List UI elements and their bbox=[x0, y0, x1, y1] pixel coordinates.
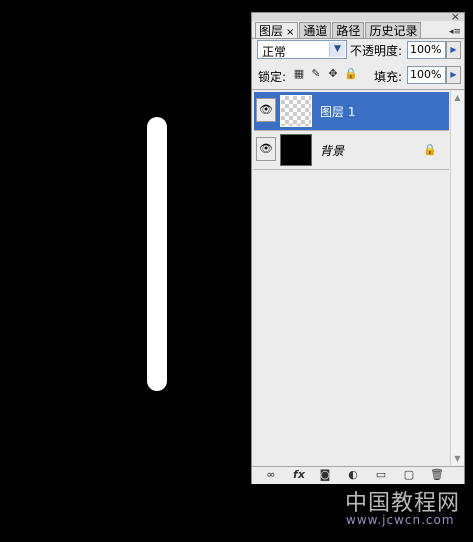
toolbar-divider bbox=[252, 89, 464, 90]
tab-divider bbox=[252, 38, 464, 39]
tab-layers-label: 图层 bbox=[259, 24, 284, 38]
lock-image-pixels-icon[interactable]: ✎ bbox=[310, 68, 322, 80]
tab-paths[interactable]: 路径 bbox=[332, 22, 365, 39]
layer-name: 背景 bbox=[320, 144, 345, 158]
eye-icon[interactable]: 👁 bbox=[256, 137, 276, 161]
lock-fill-row: 锁定: ▦ ✎ ✥ 🔒 填充: 100% ▶ bbox=[252, 64, 464, 86]
scroll-down-icon[interactable]: ▼ bbox=[451, 452, 464, 465]
scroll-up-icon[interactable]: ▲ bbox=[451, 91, 464, 104]
opacity-slider-arrow-icon[interactable]: ▶ bbox=[446, 41, 461, 59]
layers-bottom-toolbar: ∞ fx ◙ ◐ ▭ ▢ 🗑 bbox=[252, 466, 464, 484]
chevron-down-icon[interactable]: ▼ bbox=[329, 42, 345, 57]
layer-name: 图层 1 bbox=[320, 105, 356, 119]
adjustment-icon[interactable]: ◐ bbox=[346, 468, 360, 482]
layer-thumbnail bbox=[280, 134, 312, 166]
panel-tabs: 图层 × 通道 路径 历史记录 bbox=[255, 22, 422, 39]
layer-row-background[interactable]: 👁 背景 🔒 bbox=[254, 131, 449, 169]
lock-label: 锁定: bbox=[258, 70, 287, 84]
lock-position-icon[interactable]: ✥ bbox=[327, 68, 339, 80]
opacity-input[interactable]: 100% bbox=[407, 41, 446, 59]
row-divider bbox=[254, 169, 449, 170]
layers-panel: × 图层 × 通道 路径 历史记录 ◂≡ 正常 ▼ 不透明度: 100% ▶ 锁定… bbox=[251, 11, 465, 484]
eye-icon[interactable]: 👁 bbox=[256, 98, 276, 122]
blend-mode-value: 正常 bbox=[262, 45, 287, 59]
layer-row-layer1[interactable]: 👁 图层 1 bbox=[254, 92, 449, 130]
new-layer-icon[interactable]: ▢ bbox=[402, 468, 416, 482]
layer-thumbnail bbox=[280, 95, 312, 127]
tab-channels[interactable]: 通道 bbox=[299, 22, 332, 39]
fill-label: 填充: bbox=[374, 70, 403, 84]
tab-close-icon[interactable]: × bbox=[286, 27, 294, 38]
blend-mode-select[interactable]: 正常 ▼ bbox=[257, 40, 347, 59]
opacity-label: 不透明度: bbox=[350, 44, 403, 58]
fx-icon[interactable]: fx bbox=[290, 468, 308, 482]
panel-title-bar[interactable]: × bbox=[252, 11, 464, 22]
mask-icon[interactable]: ◙ bbox=[318, 468, 332, 482]
group-folder-icon[interactable]: ▭ bbox=[374, 468, 388, 482]
tab-history[interactable]: 历史记录 bbox=[365, 22, 422, 39]
lock-all-icon[interactable]: 🔒 bbox=[344, 68, 358, 80]
fill-slider-arrow-icon[interactable]: ▶ bbox=[446, 66, 461, 84]
tab-layers[interactable]: 图层 × bbox=[255, 22, 299, 39]
panel-close-icon[interactable]: × bbox=[451, 11, 460, 22]
trash-icon[interactable]: 🗑 bbox=[430, 468, 444, 482]
layers-list: 👁 图层 1 👁 背景 🔒 bbox=[254, 91, 449, 465]
lock-transparent-pixels-icon[interactable]: ▦ bbox=[293, 68, 305, 80]
layers-scrollbar[interactable]: ▲ ▼ bbox=[450, 91, 464, 465]
white-rounded-bar-shape bbox=[147, 117, 167, 391]
lock-icon: 🔒 bbox=[423, 143, 437, 156]
link-icon[interactable]: ∞ bbox=[262, 468, 280, 482]
watermark-url: www.jcwcn.com bbox=[346, 513, 455, 527]
blend-opacity-row: 正常 ▼ 不透明度: 100% ▶ bbox=[252, 40, 464, 62]
fill-input[interactable]: 100% bbox=[407, 66, 446, 84]
panel-menu-icon[interactable]: ◂≡ bbox=[449, 27, 461, 37]
